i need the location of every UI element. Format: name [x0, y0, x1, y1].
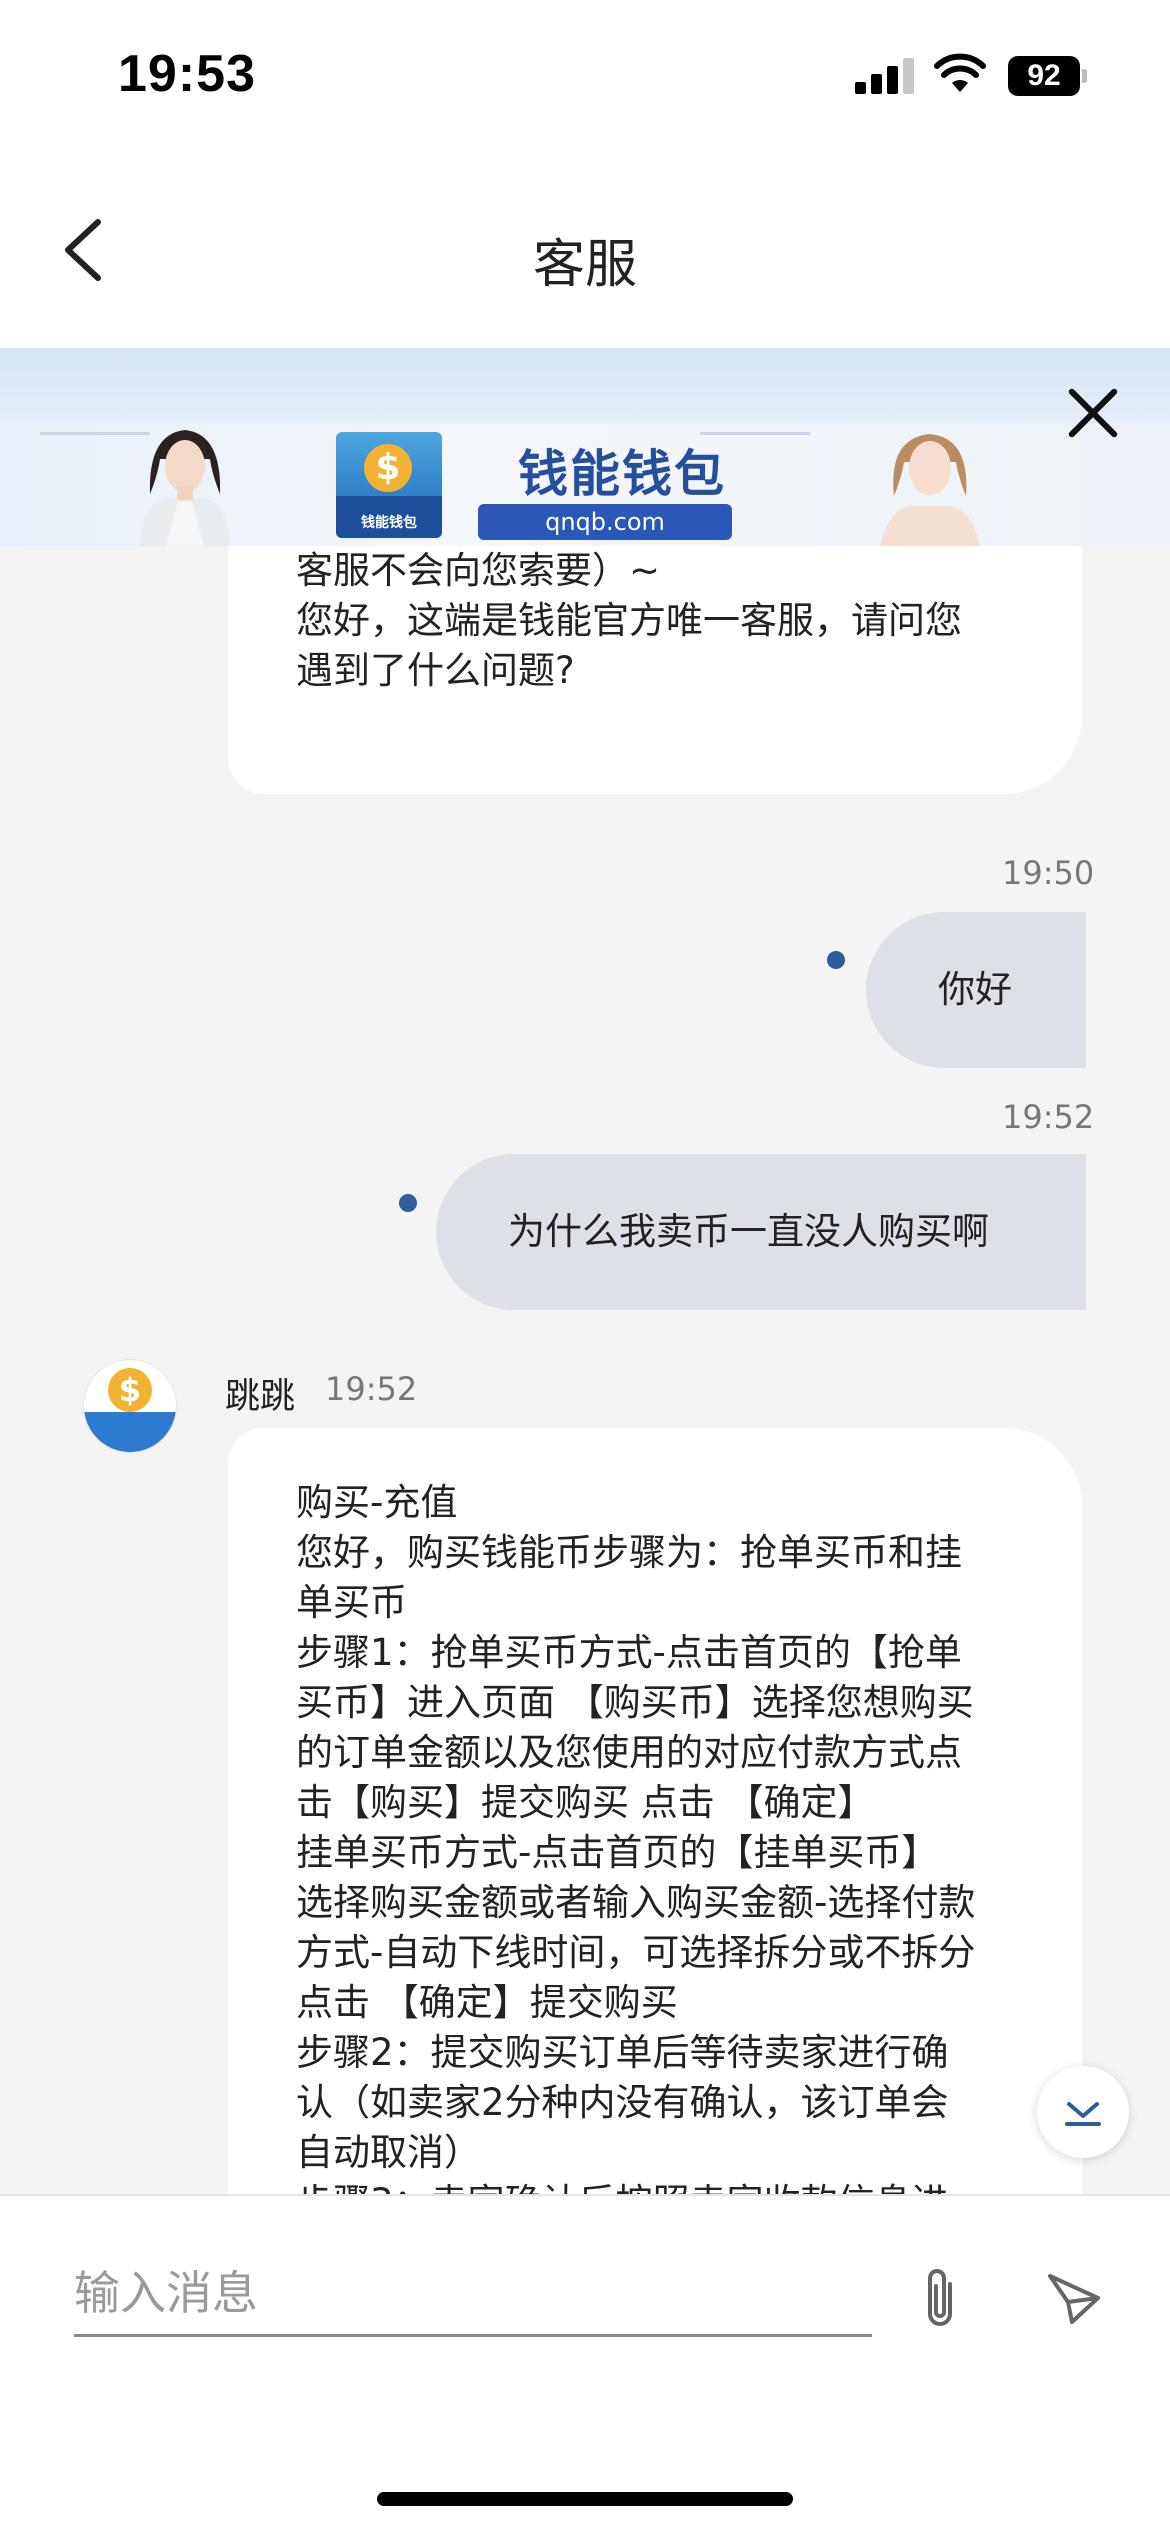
- brand-url: qnqb.com: [478, 504, 732, 540]
- unread-dot: [399, 1194, 417, 1212]
- promo-banner[interactable]: $ 钱能钱包 钱能钱包 qnqb.com: [0, 348, 1170, 546]
- status-time: 19:53: [118, 45, 256, 103]
- chat-area[interactable]: 客服不会向您索要）~ 您好，这端是钱能官方唯一客服，请问您 遇到了什么问题? 1…: [0, 546, 1170, 2194]
- message-line: 买币】进入页面 【购买币】选择您想购买: [296, 1681, 974, 1724]
- message-timestamp: 19:50: [1002, 854, 1095, 892]
- message-bubble-incoming: 客服不会向您索要）~ 您好，这端是钱能官方唯一客服，请问您 遇到了什么问题?: [228, 546, 1082, 794]
- message-line: 点击 【确定】提交购买: [296, 1981, 678, 2024]
- message-bubble-outgoing: 为什么我卖币一直没人购买啊: [436, 1154, 1086, 1310]
- message-line: 自动取消）: [296, 2131, 481, 2174]
- nav-bar: 客服: [0, 150, 1170, 348]
- message-line: 客服不会向您索要）~: [296, 549, 661, 592]
- message-line: 击【购买】提交购买 点击 【确定】: [296, 1781, 875, 1824]
- message-bubble-outgoing: 你好: [866, 912, 1086, 1068]
- scroll-down-button[interactable]: [1037, 2066, 1129, 2158]
- message-line: 选择购买金额或者输入购买金额-选择付款: [296, 1881, 976, 1924]
- message-line: 购买-充值: [296, 1481, 458, 1524]
- banner-woman-left-image: [140, 430, 230, 546]
- send-icon[interactable]: [1044, 2268, 1104, 2328]
- message-line: 单买币: [296, 1581, 407, 1624]
- message-timestamp: 19:52: [1002, 1098, 1095, 1136]
- cellular-signal-icon: [855, 58, 915, 94]
- brand-logo: $ 钱能钱包: [336, 432, 442, 538]
- message-line: 步骤1：抢单买币方式-点击首页的【抢单: [296, 1631, 962, 1674]
- message-timestamp: 19:52: [325, 1370, 418, 1408]
- paperclip-icon[interactable]: [910, 2262, 970, 2336]
- wifi-icon: [934, 53, 986, 92]
- message-text: 你好: [938, 968, 1012, 1011]
- unread-dot: [827, 951, 845, 969]
- battery-level: 92: [1008, 56, 1080, 96]
- message-line: 您好，购买钱能币步骤为：抢单买币和挂: [296, 1531, 962, 1574]
- brand-name: 钱能钱包: [518, 444, 726, 503]
- message-bubble-incoming: 购买-充值 您好，购买钱能币步骤为：抢单买币和挂 单买币 步骤1：抢单买币方式-…: [228, 1428, 1082, 2194]
- scroll-down-icon: [1065, 2102, 1101, 2126]
- message-text: 为什么我卖币一直没人购买啊: [508, 1210, 989, 1253]
- sender-name: 跳跳: [225, 1377, 296, 1417]
- status-bar: 19:53 92: [0, 0, 1170, 150]
- home-indicator: [377, 2492, 793, 2506]
- close-icon[interactable]: [1058, 378, 1128, 448]
- message-line: 方式-自动下线时间，可选择拆分或不拆分: [296, 1931, 976, 1974]
- battery-icon: 92: [1008, 56, 1088, 96]
- message-line: 挂单买币方式-点击首页的【挂单买币】: [296, 1831, 939, 1874]
- avatar[interactable]: $: [84, 1360, 176, 1452]
- message-line: 的订单金额以及您使用的对应付款方式点: [296, 1731, 962, 1774]
- message-line: 步骤2：提交购买订单后等待卖家进行确: [296, 2031, 949, 2074]
- message-line: 步骤3：卖家确认后按照卖家收款信息进: [296, 2178, 975, 2194]
- message-line: 您好，这端是钱能官方唯一客服，请问您: [296, 599, 962, 642]
- message-input-bar: [0, 2194, 1170, 2534]
- message-line: 遇到了什么问题?: [296, 649, 575, 692]
- message-line: 认（如卖家2分种内没有确认，该订单会: [296, 2081, 949, 2124]
- page-title: 客服: [532, 235, 637, 295]
- message-input[interactable]: [74, 2252, 872, 2337]
- banner-woman-right-image: [880, 434, 980, 546]
